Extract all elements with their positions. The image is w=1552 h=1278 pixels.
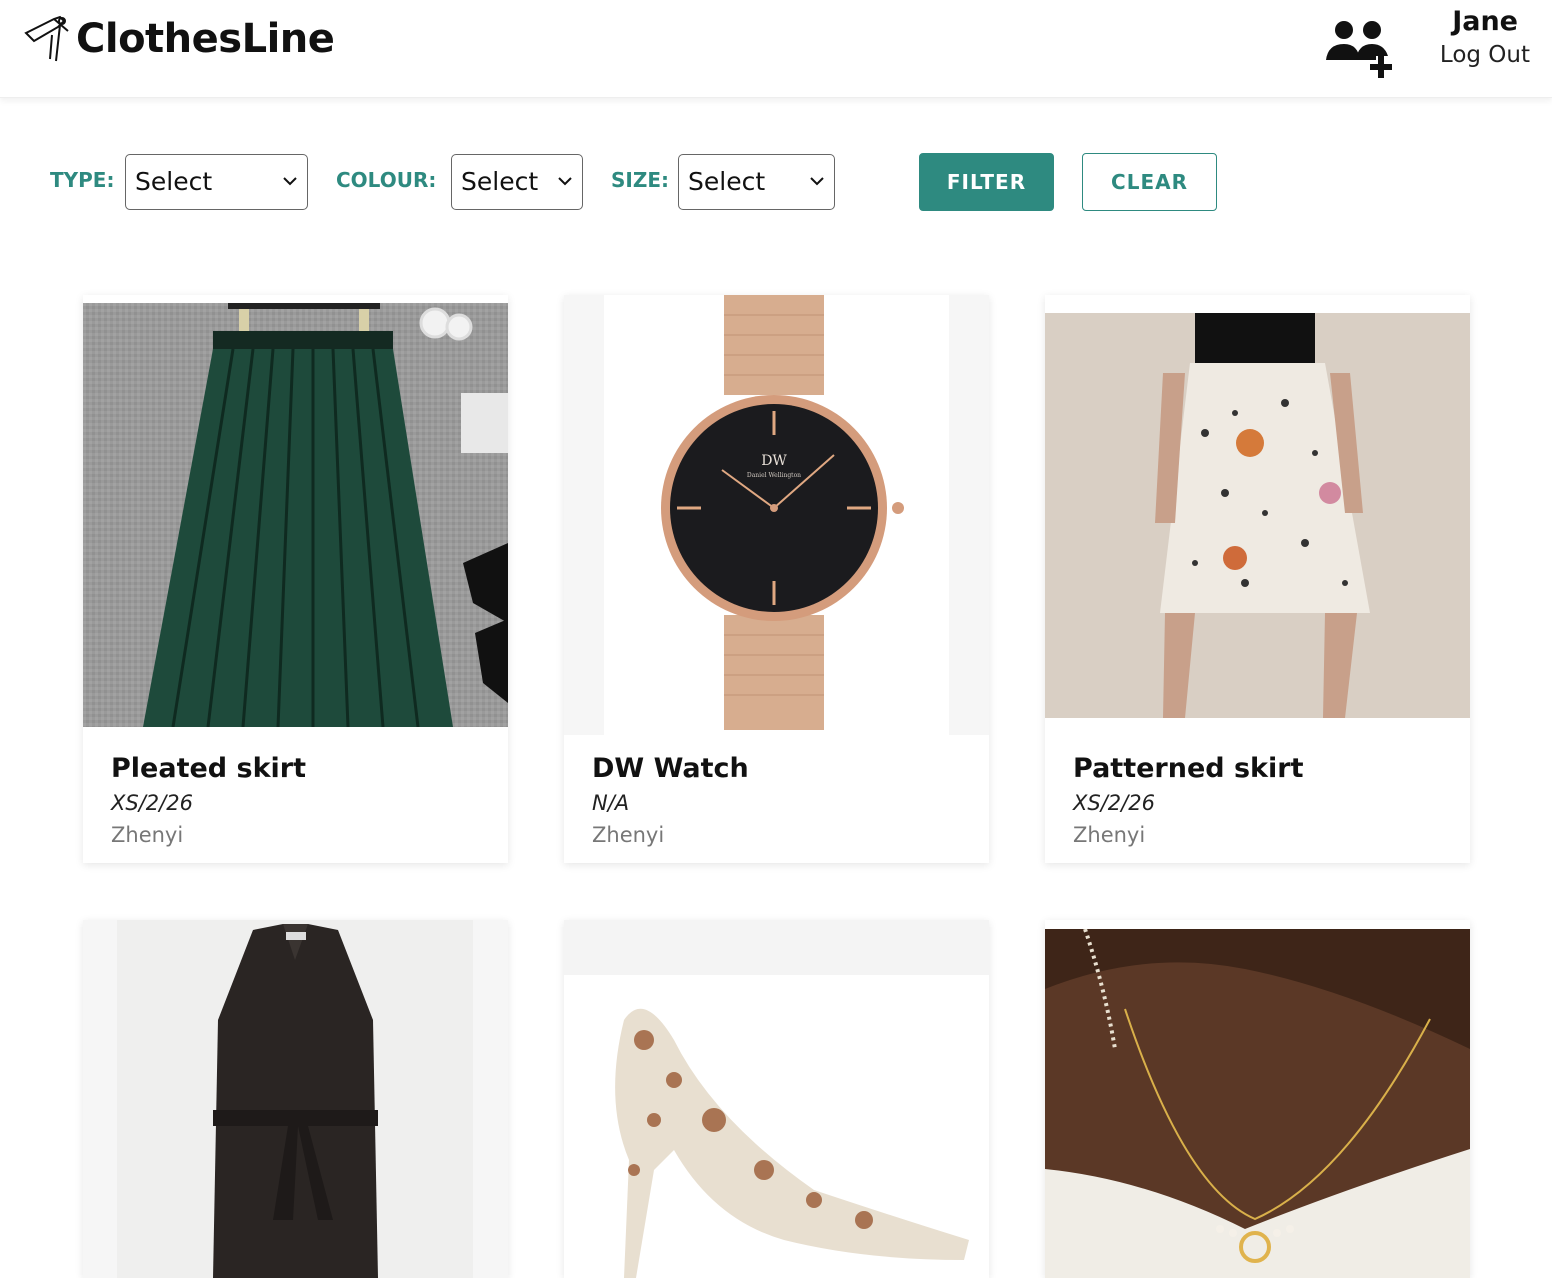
type-select-value: Select — [135, 167, 213, 196]
item-owner: Zhenyi — [1073, 823, 1146, 847]
size-label: SIZE: — [611, 168, 670, 192]
item-owner: Zhenyi — [111, 823, 184, 847]
item-image-dress — [83, 920, 508, 1278]
item-title: Pleated skirt — [111, 753, 307, 784]
item-card[interactable]: DW Daniel Wellington DW Watch N/A Zhenyi — [564, 295, 989, 863]
item-card[interactable]: Pleated skirt XS/2/26 Zhenyi — [83, 295, 508, 863]
item-info: Pleated skirt XS/2/26 Zhenyi — [83, 735, 508, 863]
filter-bar: TYPE: Select COLOUR: Select SIZE: Select… — [0, 150, 1552, 212]
item-card[interactable] — [564, 920, 989, 1278]
colour-label: COLOUR: — [336, 168, 437, 192]
size-select[interactable]: Select — [678, 154, 835, 210]
top-navbar: ClothesLine Jane Log Out — [0, 0, 1552, 98]
clear-button[interactable]: CLEAR — [1082, 153, 1217, 211]
watch-sub: Daniel Wellington — [747, 472, 801, 479]
type-select[interactable]: Select — [125, 154, 308, 210]
chevron-down-icon — [283, 177, 297, 186]
chevron-down-icon — [810, 177, 824, 186]
item-title: DW Watch — [592, 753, 749, 784]
colour-select-value: Select — [461, 167, 539, 196]
type-label: TYPE: — [50, 168, 115, 192]
size-select-value: Select — [688, 167, 766, 196]
chevron-down-icon — [558, 177, 572, 186]
brand-name[interactable]: ClothesLine — [76, 16, 335, 62]
item-size: XS/2/26 — [1073, 791, 1155, 815]
item-card[interactable] — [1045, 920, 1470, 1278]
item-size: XS/2/26 — [111, 791, 193, 815]
item-card[interactable] — [83, 920, 508, 1278]
clothes-peg-icon — [24, 15, 69, 62]
item-owner: Zhenyi — [592, 823, 665, 847]
item-info: Patterned skirt XS/2/26 Zhenyi — [1045, 735, 1470, 863]
item-title: Patterned skirt — [1073, 753, 1304, 784]
colour-select[interactable]: Select — [451, 154, 583, 210]
item-image-necklace — [1045, 929, 1470, 1278]
item-image-heel — [564, 920, 989, 1278]
item-image-dw-watch: DW Daniel Wellington — [564, 295, 989, 735]
logout-link[interactable]: Log Out — [1440, 42, 1530, 68]
item-card[interactable]: Patterned skirt XS/2/26 Zhenyi — [1045, 295, 1470, 863]
item-size: N/A — [592, 791, 630, 815]
filter-button[interactable]: FILTER — [919, 153, 1054, 211]
logo[interactable] — [24, 10, 72, 70]
watch-brand: DW — [761, 453, 787, 469]
item-image-pleated-skirt — [83, 303, 508, 727]
item-info: DW Watch N/A Zhenyi — [564, 735, 989, 863]
item-image-patterned-skirt — [1045, 313, 1470, 718]
add-user-icon[interactable] — [1324, 16, 1398, 80]
user-name: Jane — [1452, 6, 1518, 37]
